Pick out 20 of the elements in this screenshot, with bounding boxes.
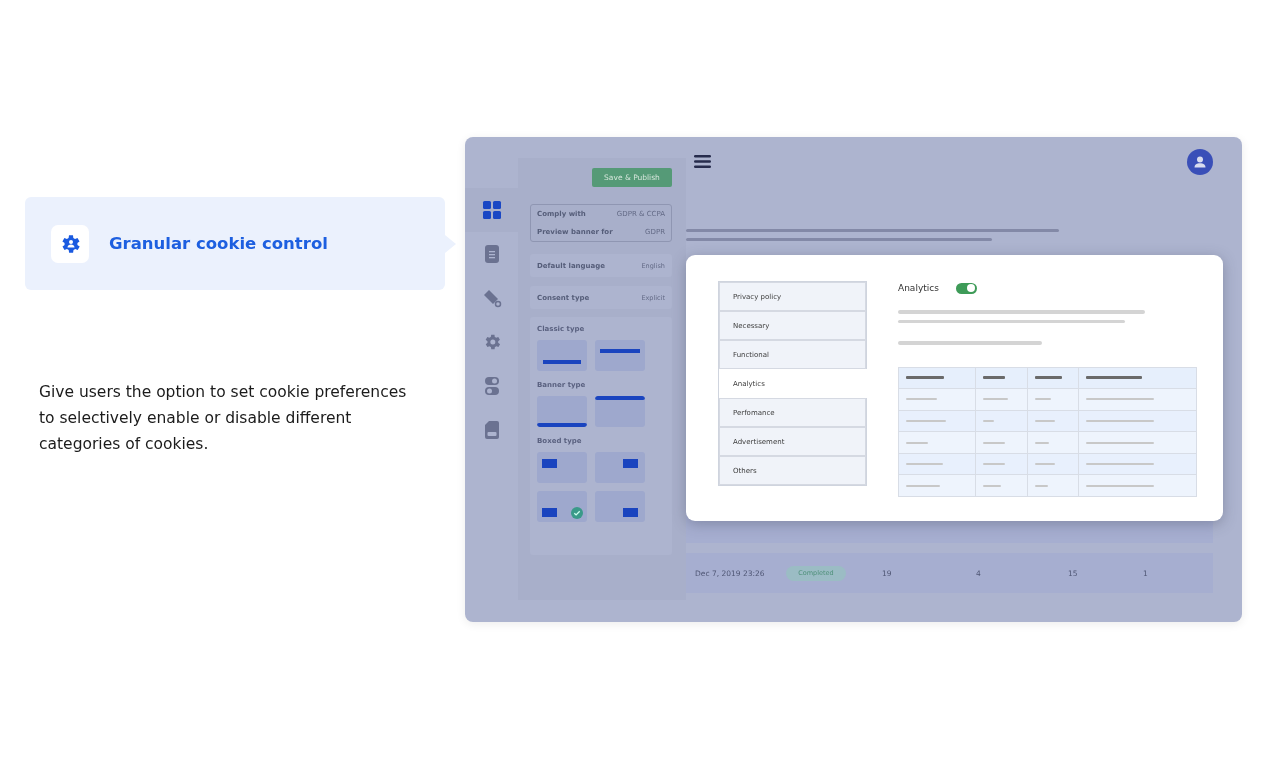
layout-option[interactable] [595,452,645,483]
layout-option[interactable] [537,340,587,371]
layout-option[interactable] [537,491,587,522]
file-icon [483,420,500,440]
layout-option[interactable] [537,396,587,427]
dashboard-icon [481,200,502,220]
document-icon [483,244,500,264]
check-icon [571,507,583,519]
avatar-icon[interactable] [1187,149,1213,175]
cookie-settings-icon [51,224,89,263]
layout-option[interactable] [537,452,587,483]
toggle-switch[interactable] [955,282,977,294]
layout-option[interactable] [595,396,645,427]
toggle-icon [483,376,500,396]
layout-option[interactable] [595,340,645,371]
category-title: Analytics [898,283,939,293]
layout-option[interactable] [595,491,645,522]
feature-title: Granular cookie control [109,234,328,253]
feature-description: Give users the option to set cookie preferences to selectively enable or disable different categories of cookies. [39,382,408,455]
sidebar-item[interactable] [465,188,518,232]
